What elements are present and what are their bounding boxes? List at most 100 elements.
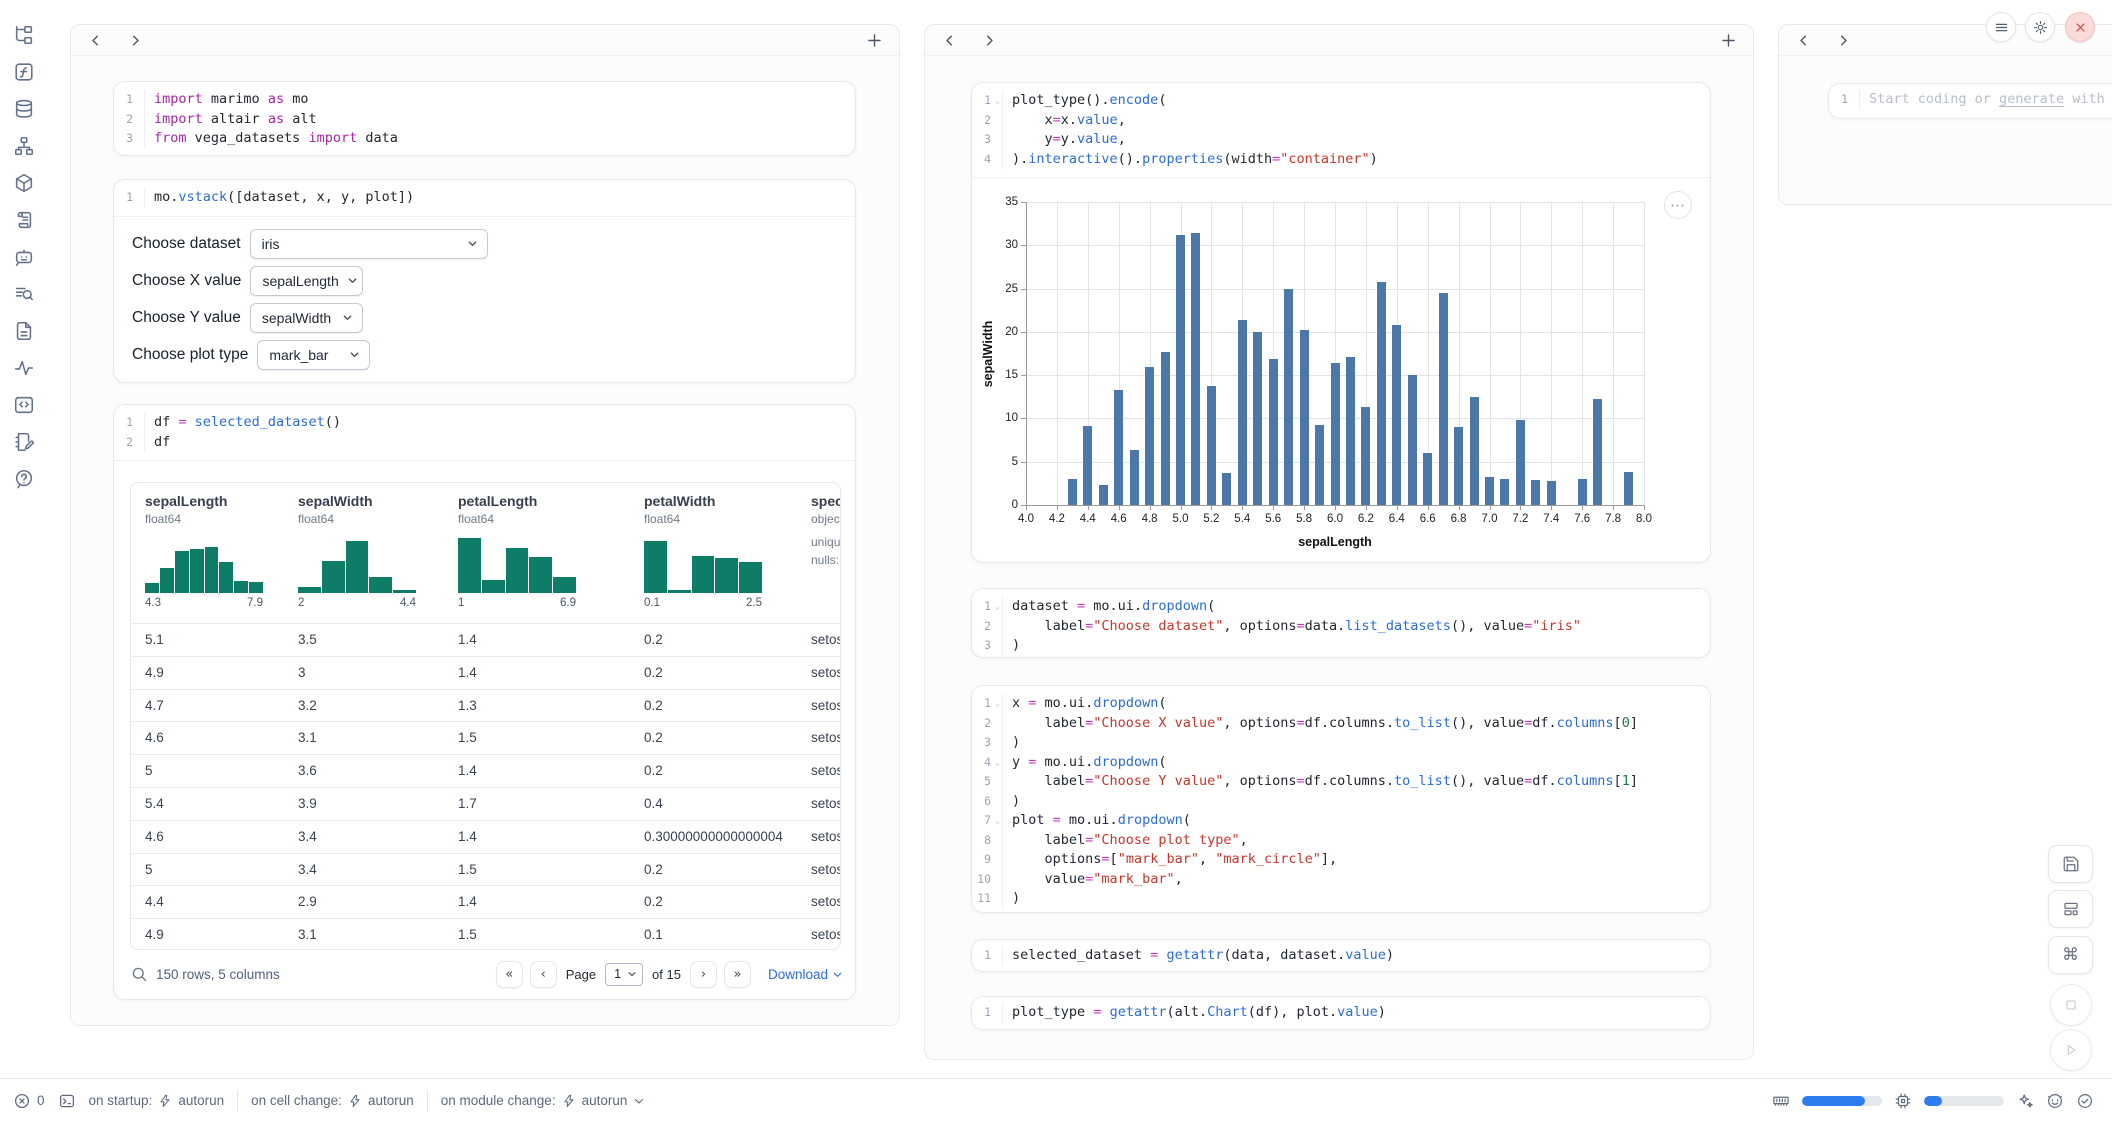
chart-bar[interactable]: [1191, 233, 1200, 505]
chart-bar[interactable]: [1083, 426, 1092, 505]
download-button[interactable]: Download: [768, 967, 843, 982]
cell-selected-dataset[interactable]: 1 selected_dataset = getattr(data, datas…: [971, 939, 1711, 972]
chart-bar[interactable]: [1207, 386, 1216, 505]
chevron-right-icon[interactable]: [1835, 32, 1853, 50]
column-name[interactable]: petalLength: [458, 493, 537, 509]
search-icon[interactable]: [130, 965, 148, 983]
snippets-icon[interactable]: [13, 394, 35, 416]
table-row[interactable]: 5.43.91.70.4setosa: [131, 787, 840, 820]
page-select[interactable]: 1: [605, 963, 643, 986]
column-name[interactable]: sepalWidth: [298, 493, 373, 509]
notebook-edit-icon[interactable]: [13, 431, 35, 453]
table-row[interactable]: 4.42.91.40.2setosa: [131, 885, 840, 918]
cell-plot-type[interactable]: 1 plot_type = getattr(alt.Chart(df), plo…: [971, 996, 1711, 1030]
dropdown-select[interactable]: sepalLength: [250, 266, 363, 296]
fold-chevron-icon[interactable]: ⌄: [991, 811, 1000, 831]
chart-bar[interactable]: [1331, 363, 1340, 505]
generate-link[interactable]: generate: [1999, 91, 2064, 107]
last-page-button[interactable]: »: [724, 961, 751, 988]
chart-bar[interactable]: [1300, 330, 1309, 505]
file-tree-icon[interactable]: [13, 24, 35, 46]
database-icon[interactable]: [13, 98, 35, 120]
chart-bar[interactable]: [1531, 480, 1540, 505]
chart-bar[interactable]: [1439, 293, 1448, 505]
chart-bar[interactable]: [1516, 420, 1525, 505]
chart-bar[interactable]: [1408, 375, 1417, 505]
notebook-menu-button[interactable]: [1986, 12, 2016, 42]
add-cell-button[interactable]: [865, 31, 885, 51]
chart-bar[interactable]: [1222, 473, 1231, 505]
save-button[interactable]: [2048, 845, 2093, 883]
dropdown-select[interactable]: sepalWidth: [250, 303, 363, 333]
chart-bar[interactable]: [1269, 359, 1278, 505]
on-startup-setting[interactable]: on startup: autorun: [89, 1093, 225, 1108]
stop-button[interactable]: [2050, 984, 2092, 1026]
dropdown-select[interactable]: mark_bar: [257, 340, 370, 370]
help-icon[interactable]: [13, 468, 35, 490]
chart-bar[interactable]: [1454, 427, 1463, 505]
chart-bar[interactable]: [1547, 481, 1556, 505]
first-page-button[interactable]: «: [496, 961, 523, 988]
cell-dataset-dropdown[interactable]: 1⌄dataset = mo.ui.dropdown(2 label="Choo…: [971, 588, 1711, 658]
chart-bar[interactable]: [1423, 453, 1432, 505]
chart-bar[interactable]: [1361, 407, 1370, 505]
fold-chevron-icon[interactable]: ⌄: [991, 597, 1000, 617]
table-row[interactable]: 4.93.11.50.1setosa: [131, 918, 840, 950]
settings-button[interactable]: [2025, 12, 2055, 42]
code-placeholder[interactable]: Start coding or generate with AI: [1859, 90, 2112, 110]
packages-icon[interactable]: [13, 172, 35, 194]
chart-bar[interactable]: [1377, 282, 1386, 505]
assistant-bot-icon[interactable]: [2046, 1092, 2064, 1110]
chart-bar[interactable]: [1068, 479, 1077, 505]
terminal-icon[interactable]: [58, 1092, 76, 1110]
prev-page-button[interactable]: ‹: [530, 961, 557, 988]
functions-icon[interactable]: [13, 61, 35, 83]
cell-imports[interactable]: 1 import marimo as mo2 import altair as …: [113, 81, 856, 156]
chart-bar[interactable]: [1161, 352, 1170, 505]
layout-button[interactable]: [2048, 890, 2093, 928]
altair-bar-chart[interactable]: ⋯ sepalLength sepalWidth 4.04.24.44.64.8…: [972, 178, 1710, 562]
connection-status-icon[interactable]: [2076, 1092, 2094, 1110]
chart-bar[interactable]: [1284, 289, 1293, 505]
chart-bar[interactable]: [1315, 425, 1324, 505]
error-counter[interactable]: 0: [13, 1092, 45, 1110]
run-button[interactable]: [2050, 1029, 2092, 1071]
command-palette-button[interactable]: ⌘: [2048, 936, 2093, 974]
column-name[interactable]: species: [811, 493, 841, 509]
table-row[interactable]: 4.63.41.40.30000000000000004setosa: [131, 820, 840, 853]
dropdown-select[interactable]: iris: [250, 229, 488, 259]
chart-bar[interactable]: [1624, 472, 1633, 505]
dependency-graph-icon[interactable]: [13, 135, 35, 157]
chart-bar[interactable]: [1346, 357, 1355, 505]
chart-bar[interactable]: [1145, 367, 1154, 505]
table-row[interactable]: 53.61.40.2setosa: [131, 754, 840, 787]
fold-chevron-icon[interactable]: ⌄: [991, 91, 1000, 111]
table-row[interactable]: 4.73.21.30.2setosa: [131, 689, 840, 722]
cell-plot[interactable]: 1⌄plot_type().encode(2 x=x.value,3 y=y.v…: [971, 82, 1711, 563]
chevron-right-icon[interactable]: [127, 32, 145, 50]
chart-bar[interactable]: [1485, 477, 1494, 505]
chart-bar[interactable]: [1238, 320, 1247, 505]
cell-dataframe[interactable]: 1 df = selected_dataset()2 df sepalLengt…: [113, 404, 856, 1000]
fold-chevron-icon[interactable]: ⌄: [991, 694, 1000, 714]
on-cell-change-setting[interactable]: on cell change: autorun: [251, 1093, 414, 1108]
tracing-icon[interactable]: [13, 357, 35, 379]
column-name[interactable]: sepalLength: [145, 493, 227, 509]
fold-chevron-icon[interactable]: ⌄: [991, 753, 1000, 773]
log-search-icon[interactable]: [13, 283, 35, 305]
column-name[interactable]: petalWidth: [644, 493, 715, 509]
on-module-change-setting[interactable]: on module change: autorun: [441, 1093, 646, 1108]
chart-bar[interactable]: [1130, 450, 1139, 505]
chat-bot-icon[interactable]: [13, 246, 35, 268]
shutdown-button[interactable]: [2065, 12, 2095, 42]
chart-bar[interactable]: [1593, 399, 1602, 505]
cell-empty[interactable]: 1 Start coding or generate with AI: [1828, 83, 2112, 119]
chevron-left-icon[interactable]: [87, 32, 105, 50]
table-row[interactable]: 5.13.51.40.2setosa: [131, 623, 840, 656]
cell-xyplot-dropdowns[interactable]: 1⌄x = mo.ui.dropdown(2 label="Choose X v…: [971, 685, 1711, 913]
cell-vstack[interactable]: 1 mo.vstack([dataset, x, y, plot]) Choos…: [113, 179, 856, 383]
chart-bar[interactable]: [1578, 479, 1587, 505]
documentation-icon[interactable]: [13, 320, 35, 342]
chevron-right-icon[interactable]: [981, 32, 999, 50]
chevron-left-icon[interactable]: [941, 32, 959, 50]
